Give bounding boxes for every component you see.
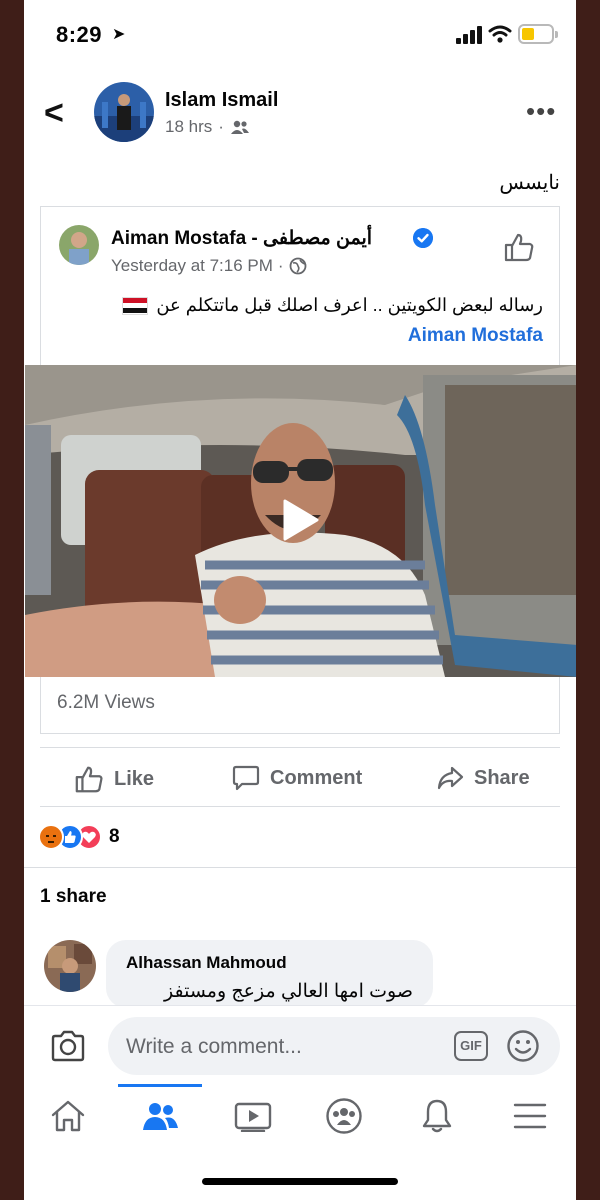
verified-badge-icon: [413, 228, 433, 248]
separator-dot: ·: [277, 256, 284, 275]
reaction-count: 8: [109, 826, 120, 847]
angry-icon: [38, 824, 64, 850]
separator-dot: ·: [218, 117, 224, 136]
tab-groups[interactable]: [140, 1096, 180, 1136]
wifi-icon: [488, 25, 512, 43]
video-player[interactable]: [25, 365, 576, 677]
like-icon: [75, 766, 103, 793]
reactions-summary[interactable]: 8: [38, 824, 120, 850]
active-tab-indicator: [118, 1084, 202, 1087]
globe-icon: [289, 257, 306, 275]
community-icon: [326, 1098, 362, 1134]
commenter-avatar[interactable]: [44, 940, 96, 992]
share-count[interactable]: 1 share: [40, 886, 107, 908]
divider: [24, 867, 576, 868]
post-time: 18 hrs: [165, 117, 213, 136]
like-button[interactable]: Like: [74, 764, 154, 794]
home-icon: [51, 1100, 85, 1132]
signal-icon: [456, 26, 484, 44]
post-meta: 18 hrs ·: [165, 117, 250, 137]
video-views: 6.2M Views: [57, 692, 155, 713]
battery-icon: [518, 24, 558, 44]
watch-icon: [234, 1102, 272, 1132]
shared-post-meta: Yesterday at 7:16 PM ·: [111, 256, 307, 276]
tab-watch[interactable]: [233, 1096, 273, 1136]
shared-page-link[interactable]: Aiman Mostafa: [408, 325, 543, 347]
shared-post-text-body: رساله لبعض الكويتين .. اعرف اصلك قبل مات…: [156, 295, 543, 315]
location-icon: ➤: [112, 26, 126, 43]
status-bar: 8:29 ➤: [24, 0, 576, 64]
egypt-flag-icon: [122, 296, 149, 315]
tab-home[interactable]: [48, 1096, 88, 1136]
divider: [40, 806, 560, 807]
tab-menu[interactable]: [510, 1096, 550, 1136]
camera-icon[interactable]: [50, 1030, 86, 1062]
shared-post-card[interactable]: Aiman Mostafa - أيمن مصطفى Yesterday at …: [25, 206, 576, 734]
author-avatar[interactable]: [94, 82, 154, 142]
groups-icon: [143, 1103, 178, 1130]
shared-author-avatar[interactable]: [59, 225, 99, 265]
share-icon: [437, 766, 464, 790]
divider: [40, 747, 560, 748]
comment-placeholder: Write a comment...: [126, 1035, 302, 1058]
comment-button[interactable]: Comment: [232, 764, 362, 792]
home-indicator: [202, 1178, 398, 1185]
menu-icon: [513, 1103, 547, 1129]
post-text: نايسس: [499, 172, 560, 194]
emoji-icon[interactable]: [506, 1029, 540, 1063]
share-label: Share: [474, 766, 530, 789]
play-icon[interactable]: [281, 498, 321, 542]
phone-screen: 8:29 ➤ < Islam Ismail 18 hrs · ••• نايسس…: [24, 0, 576, 1200]
comment-label: Comment: [270, 766, 363, 789]
comment-bubble[interactable]: Alhassan Mahmoud صوت امها العالي مزعج وم…: [106, 940, 433, 1008]
post-author-name[interactable]: Islam Ismail: [165, 89, 278, 112]
comment-icon: [232, 765, 260, 791]
commenter-name[interactable]: Alhassan Mahmoud: [126, 953, 287, 973]
like-label: Like: [114, 767, 155, 790]
comment-text: صوت امها العالي مزعج ومستفز: [164, 981, 413, 1002]
notifications-icon: [422, 1099, 452, 1133]
tab-notifications[interactable]: [417, 1096, 457, 1136]
share-button[interactable]: Share: [436, 764, 530, 792]
friends-icon: [230, 120, 249, 134]
like-page-button[interactable]: [503, 231, 535, 263]
gif-button[interactable]: GIF: [454, 1031, 488, 1061]
shared-post-text: رساله لبعض الكويتين .. اعرف اصلك قبل مات…: [122, 295, 543, 316]
status-time: 8:29: [56, 22, 103, 47]
shared-post-time: Yesterday at 7:16 PM: [111, 256, 273, 275]
more-options-button[interactable]: •••: [526, 96, 556, 127]
back-button[interactable]: <: [44, 94, 64, 133]
shared-author-name[interactable]: Aiman Mostafa - أيمن مصطفى: [111, 227, 372, 250]
tab-community[interactable]: [324, 1096, 364, 1136]
